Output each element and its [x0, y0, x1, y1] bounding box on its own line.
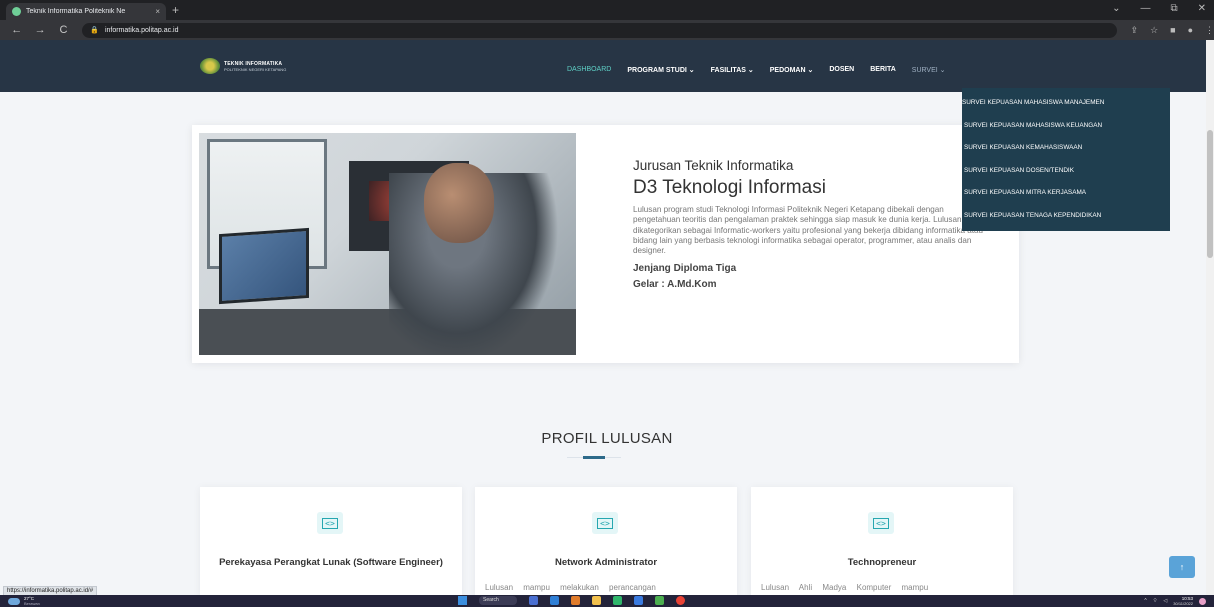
main-menu: DASHBOARD PROGRAM STUDI ⌄ FASILITAS ⌄ PE…: [567, 66, 946, 74]
clock-date: 30/11/2022: [1173, 601, 1193, 606]
windows-taskbar: 27°C Berawan Search ^ ⌔ ◁ 10:53 30/11/20…: [0, 595, 1214, 607]
file-explorer-icon[interactable]: [592, 596, 601, 605]
nav-program-studi[interactable]: PROGRAM STUDI ⌄: [627, 66, 694, 74]
maximize-button[interactable]: ⧉: [1170, 3, 1177, 14]
app-icon[interactable]: [571, 596, 580, 605]
chrome-icon[interactable]: [676, 596, 685, 605]
dropdown-item-mitra-kerjasama[interactable]: SURVEI KEPUASAN MITRA KERJASAMA: [962, 182, 1170, 205]
hero-title: D3 Teknologi Informasi: [633, 177, 826, 198]
tab-search-icon[interactable]: ⌄: [1112, 3, 1120, 14]
site-logo[interactable]: TEKNIK INFORMATIKA POLITEKNIK NEGERI KET…: [200, 58, 286, 74]
profil-card-network-admin: <> Network Administrator Lulusan mampu m…: [475, 487, 737, 597]
new-tab-button[interactable]: +: [172, 3, 179, 17]
forward-icon[interactable]: →: [33, 24, 46, 36]
url-field[interactable]: 🔒 informatika.politap.ac.id: [82, 22, 1117, 38]
dropdown-item-mahasiswa-manajemen[interactable]: SURVEI KEPUASAN MAHASISWA MANAJEMEN: [962, 92, 1170, 115]
share-icon[interactable]: ⇪: [1131, 25, 1139, 36]
weather-desc: Berawan: [24, 601, 40, 606]
profile-icon[interactable]: ●: [1188, 25, 1193, 36]
card-title: Technopreneur: [847, 557, 917, 568]
nav-dashboard[interactable]: DASHBOARD: [567, 66, 611, 74]
profil-card-technopreneur: <> Technopreneur Lulusan Ahli Madya Komp…: [751, 487, 1013, 597]
hero-photo: [199, 133, 576, 355]
nav-berita[interactable]: BERITA: [870, 66, 896, 74]
page-scrollbar[interactable]: [1206, 40, 1214, 595]
tray-chevron-icon[interactable]: ^: [1144, 598, 1146, 604]
lock-icon[interactable]: 🔒: [90, 26, 99, 34]
app-icon[interactable]: [613, 596, 622, 605]
notification-icon[interactable]: [1199, 597, 1206, 605]
survei-dropdown: SURVEI KEPUASAN MAHASISWA MANAJEMEN SURV…: [962, 88, 1170, 231]
reload-icon[interactable]: C: [57, 24, 70, 36]
favicon-icon: [12, 7, 21, 16]
cloud-icon: [8, 597, 20, 605]
tab-title: Teknik Informatika Politeknik Ne: [26, 8, 126, 15]
volume-icon[interactable]: ◁: [1163, 598, 1167, 604]
edge-icon[interactable]: [550, 596, 559, 605]
nav-survei[interactable]: SURVEI ⌄: [912, 66, 946, 74]
address-bar-row: ← → C 🔒 informatika.politap.ac.id ⇪ ☆ ■ …: [0, 20, 1214, 40]
dropdown-item-kemahasiswaan[interactable]: SURVEI KEPUASAN KEMAHASISWAAN: [962, 137, 1170, 160]
hero-description: Lulusan program studi Teknologi Informas…: [633, 205, 984, 256]
menu-kebab-icon[interactable]: ⋮: [1205, 25, 1214, 36]
weather-widget[interactable]: 27°C Berawan: [8, 596, 40, 606]
dropdown-item-dosen-tendik[interactable]: SURVEI KEPUASAN DOSEN/TENDIK: [962, 160, 1170, 183]
clock[interactable]: 10:53 30/11/2022: [1173, 596, 1193, 606]
nav-fasilitas[interactable]: FASILITAS ⌄: [711, 66, 754, 74]
code-icon: <>: [592, 512, 618, 534]
hero-subheading: Jurusan Teknik Informatika: [633, 158, 794, 173]
nav-dosen[interactable]: DOSEN: [829, 66, 854, 74]
hero-jenjang: Jenjang Diploma Tiga: [633, 263, 737, 275]
taskbar-apps: Search: [458, 596, 685, 605]
logo-subtitle: POLITEKNIK NEGERI KETAPANG: [224, 66, 287, 72]
hero-gelar: Gelar : A.Md.Kom: [633, 279, 717, 291]
section-title-profil: PROFIL LULUSAN: [541, 430, 673, 447]
program-hero-card: Jurusan Teknik Informatika D3 Teknologi …: [192, 125, 1019, 363]
network-icon[interactable]: ⌔: [1153, 598, 1158, 604]
taskbar-search[interactable]: Search: [479, 596, 517, 605]
card-title: Network Administrator: [554, 557, 658, 568]
toolbar-icons: ⇪ ☆ ■ ● ⋮: [1131, 25, 1214, 36]
back-icon[interactable]: ←: [10, 24, 23, 36]
browser-tab-bar: Teknik Informatika Politeknik Ne × + ⌄ —…: [0, 0, 1214, 20]
scroll-to-top-button[interactable]: ↑: [1169, 556, 1195, 578]
card-description: Lulusan Ahli Madya Komputer mampu: [761, 583, 929, 592]
bookmark-star-icon[interactable]: ☆: [1150, 25, 1158, 36]
dropdown-item-mahasiswa-keuangan[interactable]: SURVEI KEPUASAN MAHASISWA KEUANGAN: [962, 115, 1170, 138]
browser-tab[interactable]: Teknik Informatika Politeknik Ne ×: [6, 3, 166, 20]
task-view-icon[interactable]: [529, 596, 538, 605]
site-navbar: TEKNIK INFORMATIKA POLITEKNIK NEGERI KET…: [0, 40, 1214, 92]
sidepanel-icon[interactable]: ■: [1170, 25, 1175, 36]
card-title: Perekayasa Perangkat Lunak (Software Eng…: [219, 557, 443, 568]
window-controls: ⌄ — ⧉ ✕: [1112, 3, 1206, 14]
dropdown-item-tenaga-kependidikan[interactable]: SURVEI KEPUASAN TENAGA KEPENDIDIKAN: [962, 205, 1170, 228]
profil-card-software-engineer: <> Perekayasa Perangkat Lunak (Software …: [200, 487, 462, 597]
store-icon[interactable]: [634, 596, 643, 605]
code-icon: <>: [317, 512, 343, 534]
minimize-button[interactable]: —: [1140, 3, 1150, 14]
system-tray: ^ ⌔ ◁ 10:53 30/11/2022: [1144, 596, 1206, 606]
close-window-button[interactable]: ✕: [1198, 3, 1206, 14]
logo-emblem-icon: [200, 58, 220, 74]
app-icon[interactable]: [655, 596, 664, 605]
tab-close-icon[interactable]: ×: [155, 7, 160, 16]
url-text: informatika.politap.ac.id: [104, 26, 179, 34]
section-divider: [567, 456, 621, 459]
windows-start-icon[interactable]: [458, 596, 467, 605]
nav-pedoman[interactable]: PEDOMAN ⌄: [770, 66, 814, 74]
code-icon: <>: [868, 512, 894, 534]
card-description: Lulusan mampu melakukan perancangan: [485, 583, 656, 592]
